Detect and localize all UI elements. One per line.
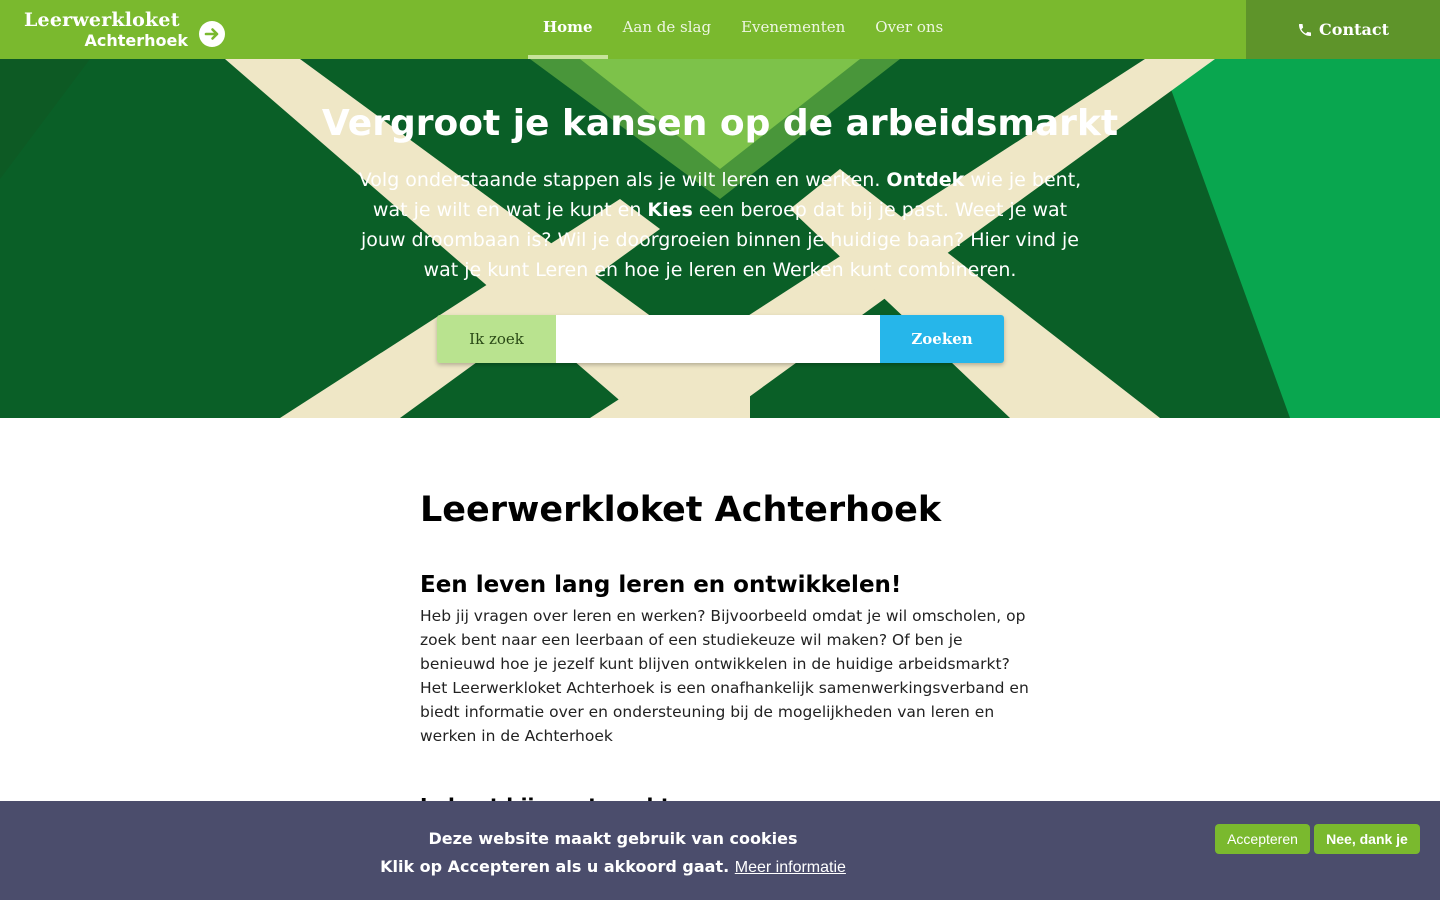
section-title-leven-lang-leren: Een leven lang leren en ontwikkelen! [420,572,902,598]
main-content: Leerwerkloket Achterhoek Een leven lang … [420,490,1030,818]
decline-cookies-button[interactable]: Nee, dank je [1314,824,1420,854]
site-logo[interactable]: Leerwerkloket Achterhoek [24,9,234,53]
search-button[interactable]: Zoeken [880,315,1004,363]
cookie-line2: Klik op Accepteren als u akkoord gaat. [380,857,730,876]
logo-title: Leerwerkloket [24,9,180,31]
hero-banner: Vergroot je kansen op de arbeidsmarkt Vo… [0,59,1440,418]
hero-intro-bold-ontdek: Ontdek [886,169,965,191]
phone-icon [1297,22,1313,38]
search-label: Ik zoek [437,315,556,363]
logo-subtitle: Achterhoek [84,31,188,50]
site-header: Leerwerkloket Achterhoek Home Aan de sla… [0,0,1440,59]
contact-button[interactable]: Contact [1246,0,1440,59]
cookie-line2-wrap: Klik op Accepteren als u akkoord gaat. M… [0,853,1226,882]
nav-item-home[interactable]: Home [528,0,608,59]
nav-item-over-ons[interactable]: Over ons [860,0,958,59]
arrow-right-circle-icon [199,21,225,47]
page-title: Leerwerkloket Achterhoek [420,490,942,530]
more-info-link[interactable]: Meer informatie [735,859,846,876]
accept-cookies-button[interactable]: Accepteren [1215,824,1310,854]
cookie-line1: Deze website maakt gebruik van cookies [428,829,798,848]
contact-label: Contact [1319,20,1389,39]
hero-intro-bold-kies: Kies [647,199,693,221]
search-form: Ik zoek Zoeken [437,315,1004,363]
nav-item-aan-de-slag[interactable]: Aan de slag [608,0,727,59]
main-nav: Home Aan de slag Evenementen Over ons [528,0,958,59]
search-input[interactable] [556,315,880,363]
cookie-banner: Deze website maakt gebruik van cookies K… [0,801,1440,900]
hero-intro: Volg onderstaande stappen als je wilt le… [348,165,1092,285]
nav-item-evenementen[interactable]: Evenementen [726,0,860,59]
cookie-message: Deze website maakt gebruik van cookies K… [0,825,1226,882]
section-intro-text: Heb jij vragen over leren en werken? Bij… [420,607,1029,745]
hero-intro-part1: Volg onderstaande stappen als je wilt le… [358,169,887,191]
hero-title: Vergroot je kansen op de arbeidsmarkt [321,103,1119,144]
